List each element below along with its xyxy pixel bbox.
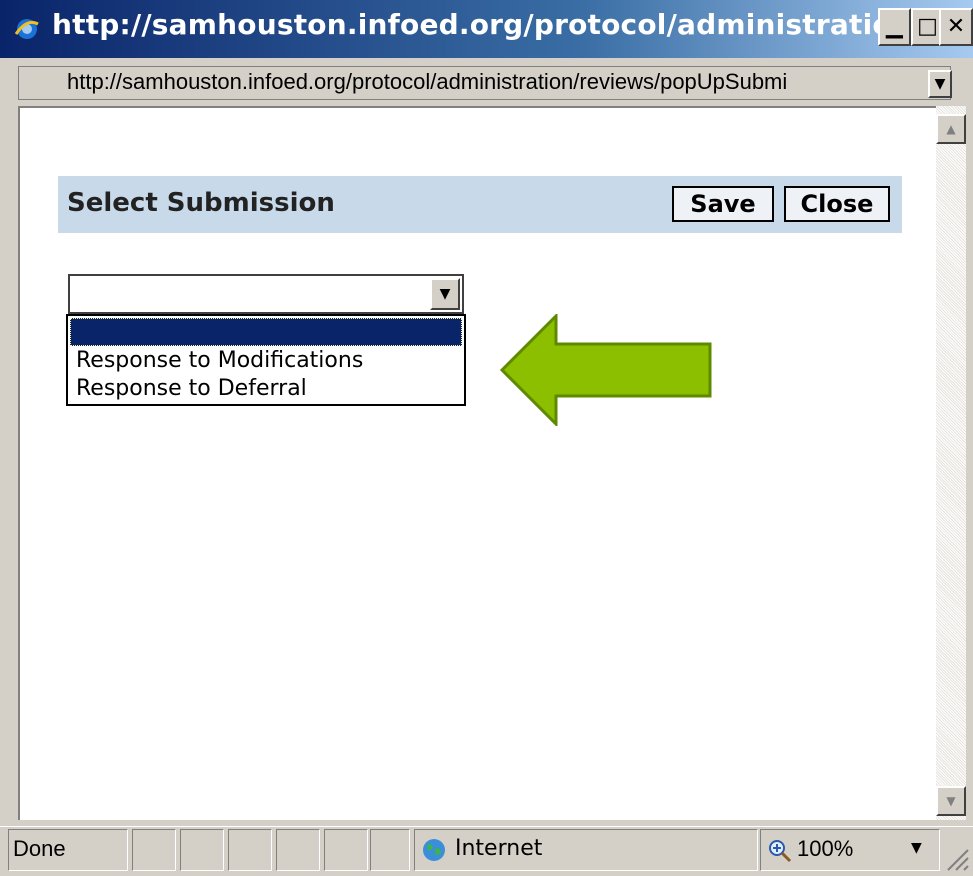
- green-arrow-annotation: [499, 314, 712, 426]
- minimize-icon: ▁: [886, 14, 903, 39]
- chevron-down-icon: ▼: [911, 840, 922, 856]
- close-icon: ✕: [946, 14, 966, 39]
- globe-icon: [423, 839, 445, 861]
- browser-window: http://samhouston.infoed.org/protocol/ad…: [0, 0, 973, 876]
- arrow-shape: [499, 314, 712, 426]
- status-panel: [276, 829, 320, 871]
- option-response-to-modifications[interactable]: Response to Modifications: [76, 348, 363, 373]
- maximize-icon: □: [917, 14, 938, 39]
- status-panel: [228, 829, 272, 871]
- scroll-up-button[interactable]: ▲: [936, 114, 966, 144]
- address-bar: http://samhouston.infoed.org/protocol/ad…: [0, 58, 973, 106]
- zoom-level: 100%: [797, 836, 854, 861]
- internet-explorer-icon: [14, 19, 39, 39]
- window-title: http://samhouston.infoed.org/protocol/ad…: [52, 8, 973, 41]
- dialog-header: Select Submission Save Close: [58, 176, 902, 233]
- zoom-icon: [769, 840, 792, 863]
- status-bar: Done Internet 100% ▼: [0, 826, 973, 876]
- arrow-down-icon: ▼: [946, 794, 956, 808]
- dialog-title: Select Submission: [67, 188, 335, 218]
- submission-select[interactable]: [68, 274, 464, 314]
- status-panel: [132, 829, 176, 871]
- status-text: Done: [13, 836, 66, 861]
- status-panel: [324, 829, 368, 871]
- option-response-to-deferral[interactable]: Response to Deferral: [76, 376, 307, 401]
- select-options-list: Response to Modifications Response to De…: [66, 314, 466, 406]
- status-panel: [180, 829, 224, 871]
- close-button[interactable]: Close: [784, 186, 890, 222]
- status-text-cell: Done: [8, 829, 128, 871]
- vertical-scrollbar[interactable]: ▲ ▼: [936, 106, 966, 820]
- save-button[interactable]: Save: [672, 186, 774, 222]
- select-dropdown-button[interactable]: ▼: [430, 278, 460, 310]
- title-bar[interactable]: http://samhouston.infoed.org/protocol/ad…: [0, 0, 973, 58]
- minimize-button[interactable]: ▁: [878, 8, 911, 46]
- chevron-down-icon: ▼: [934, 76, 946, 92]
- option-blank[interactable]: [70, 318, 462, 346]
- address-field[interactable]: http://samhouston.infoed.org/protocol/ad…: [18, 66, 951, 100]
- zoom-cell[interactable]: 100% ▼: [760, 829, 940, 871]
- address-url: http://samhouston.infoed.org/protocol/ad…: [67, 69, 788, 94]
- security-zone-cell[interactable]: Internet: [414, 829, 758, 871]
- scroll-down-button[interactable]: ▼: [936, 786, 966, 816]
- resize-grip-icon[interactable]: [944, 842, 970, 872]
- security-zone-label: Internet: [455, 836, 543, 861]
- address-dropdown-button[interactable]: ▼: [928, 70, 952, 98]
- arrow-up-icon: ▲: [946, 122, 956, 136]
- status-panel: [370, 829, 410, 871]
- close-window-button[interactable]: ✕: [939, 8, 973, 46]
- chevron-down-icon: ▼: [439, 286, 451, 302]
